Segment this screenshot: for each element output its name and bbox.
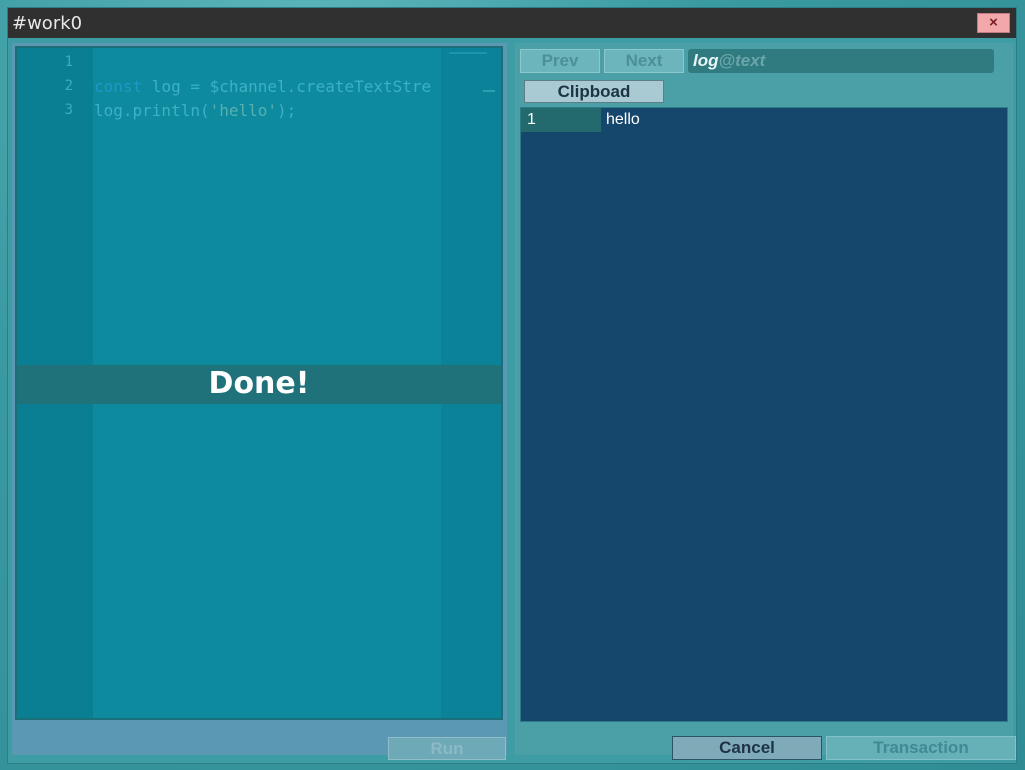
- transaction-button[interactable]: Transaction: [826, 736, 1016, 760]
- log-row-text: hello: [606, 111, 640, 128]
- log-row-index: 1: [521, 108, 601, 132]
- code-line: log.println('hello');: [94, 101, 296, 120]
- editor-panel: 1 2 3 const log = $channel.createTextStr…: [12, 43, 507, 760]
- code-token: log.println(: [94, 101, 210, 120]
- work-window: #work0 × 1 2 3 const log = $channel.crea…: [8, 8, 1016, 763]
- run-button[interactable]: Run: [388, 737, 506, 760]
- log-filter-value: log@text: [693, 51, 766, 70]
- title-bar[interactable]: #work0 ×: [8, 8, 1016, 38]
- code-line: const log = $channel.createTextStre: [94, 77, 431, 96]
- line-number: 2: [64, 78, 73, 94]
- log-row[interactable]: 1 hello: [521, 108, 1007, 132]
- minimap-mark: [449, 52, 487, 54]
- code-token: );: [277, 101, 297, 120]
- status-overlay-text: Done!: [208, 366, 310, 401]
- minimap-mark: [483, 90, 495, 92]
- code-token: const: [94, 77, 143, 96]
- window-title: #work0: [12, 13, 83, 34]
- line-number: 1: [64, 54, 73, 70]
- log-output[interactable]: 1 hello: [520, 107, 1008, 722]
- log-panel: Prev Next log@text Clipboad 1 hello Canc…: [515, 43, 1016, 760]
- log-filter-placeholder: @text: [718, 51, 766, 70]
- close-button[interactable]: ×: [977, 13, 1010, 33]
- next-button[interactable]: Next: [604, 49, 684, 73]
- cancel-button[interactable]: Cancel: [672, 736, 822, 760]
- clipboard-button[interactable]: Clipboad: [524, 80, 664, 103]
- prev-button[interactable]: Prev: [520, 49, 600, 73]
- log-filter-input[interactable]: log@text: [688, 49, 994, 73]
- line-number: 3: [64, 102, 73, 118]
- code-editor[interactable]: 1 2 3 const log = $channel.createTextStr…: [15, 46, 503, 720]
- code-token: 'hello': [209, 101, 278, 120]
- code-token: log = $channel.createTextStre: [142, 77, 432, 96]
